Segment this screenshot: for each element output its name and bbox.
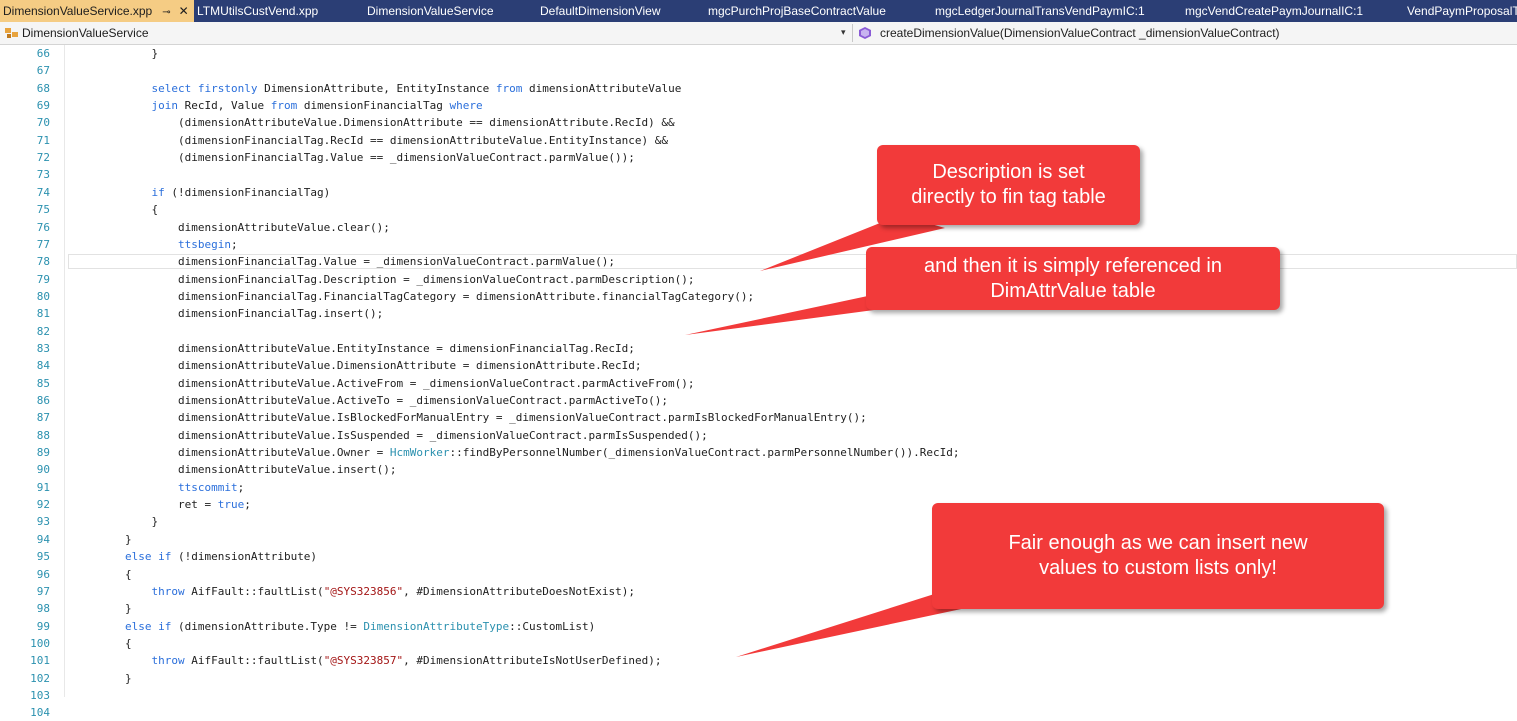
callout-custom-lists: Fair enough as we can insert new values t… <box>932 503 1384 609</box>
callout-text: DimAttrValue table <box>990 279 1156 302</box>
callout-description-set: Description is set directly to fin tag ta… <box>877 145 1140 225</box>
callout-text: Fair enough as we can insert new <box>1008 532 1308 554</box>
callout-text: values to custom lists only! <box>1039 557 1277 579</box>
callout-text: and then it is simply referenced in <box>924 254 1222 277</box>
code-line[interactable]: 104 <box>0 704 1517 721</box>
callout-text: directly to fin tag table <box>911 186 1106 208</box>
line-number: 104 <box>30 706 50 720</box>
callout-text: Description is set <box>932 161 1085 183</box>
callout-referenced: and then it is simply referenced in DimAt… <box>866 247 1280 310</box>
